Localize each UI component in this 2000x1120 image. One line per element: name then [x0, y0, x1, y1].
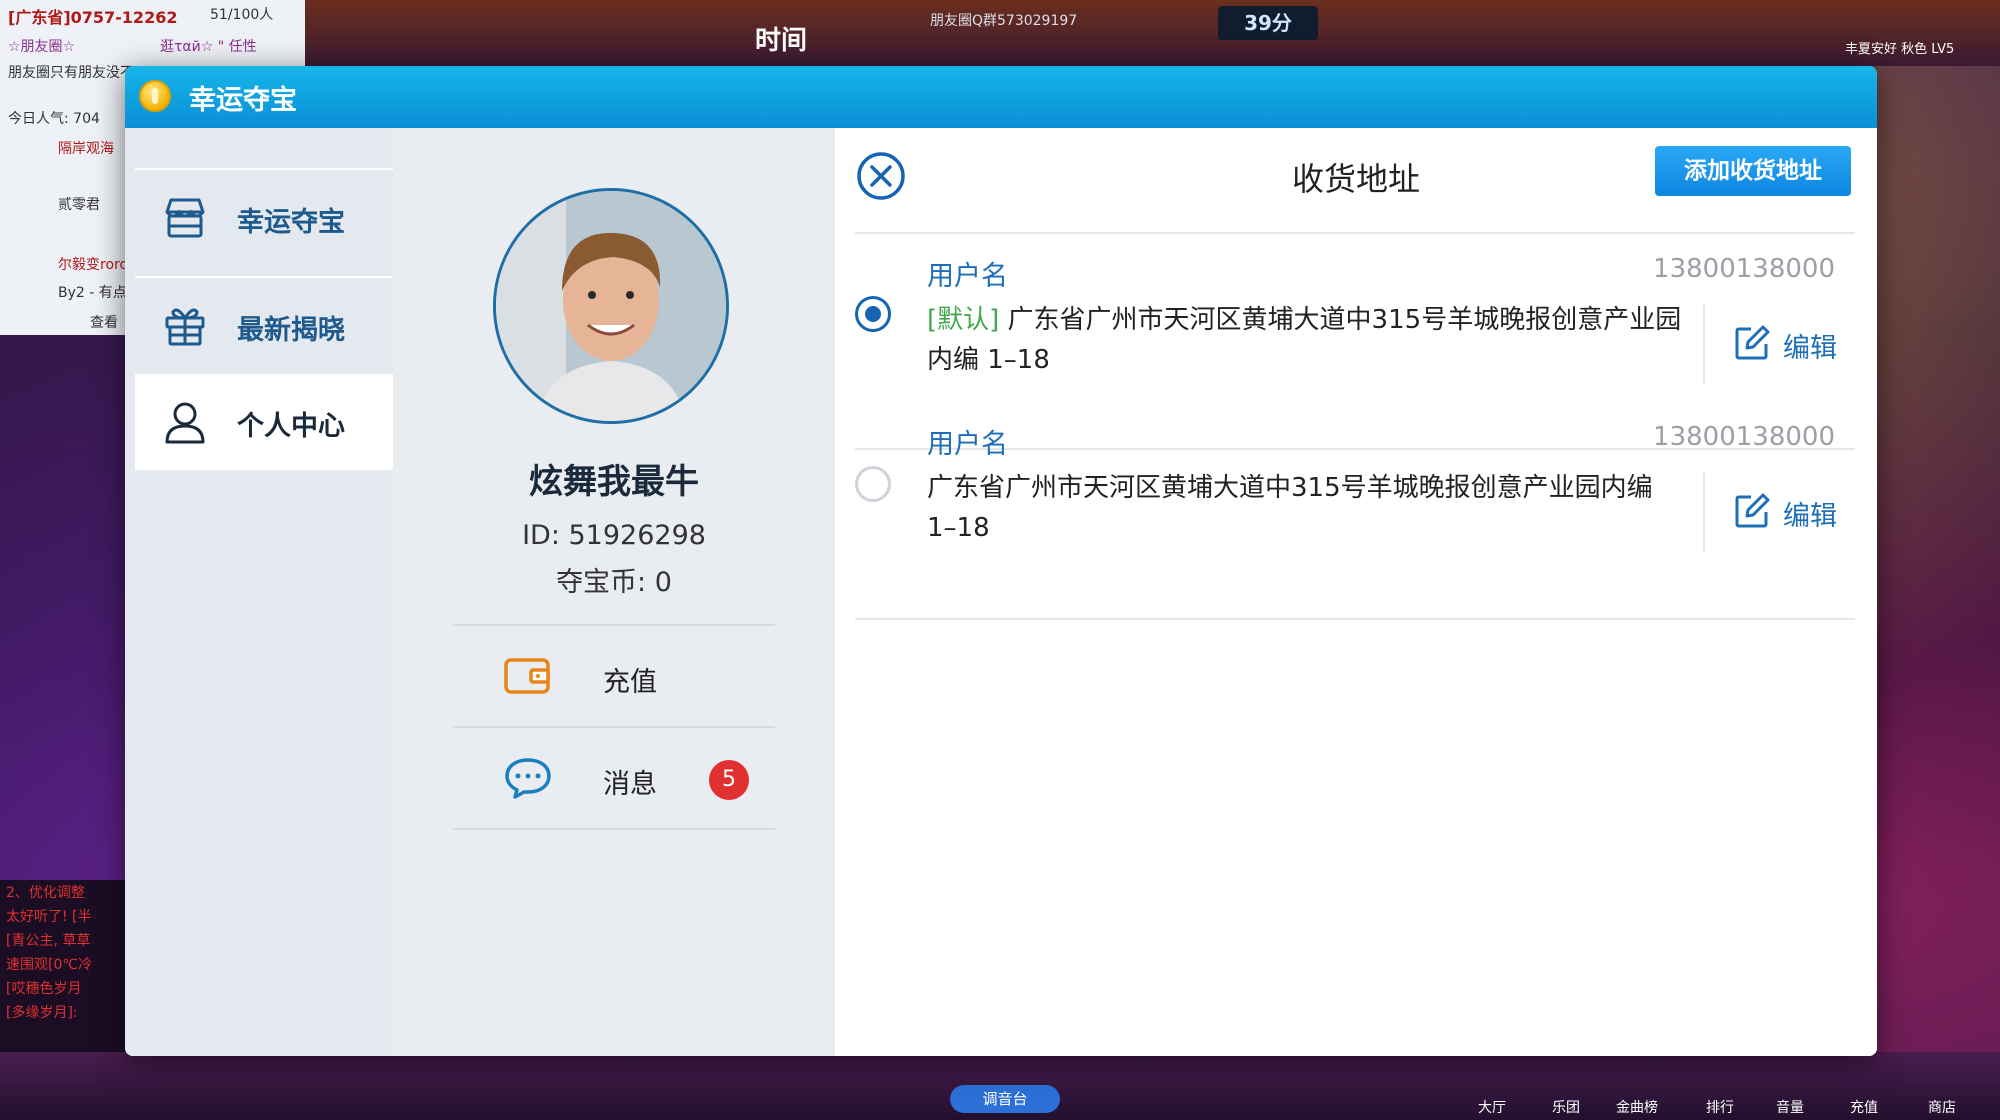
nav-recharge-button[interactable]: 充值	[1850, 1097, 1878, 1117]
user-info: 丰夏安好 秋色 LV5	[1845, 42, 1955, 57]
gift-icon	[165, 308, 205, 346]
score-display: 39分	[1218, 6, 1318, 40]
unread-badge: 5	[709, 760, 749, 800]
chat-icon	[505, 758, 551, 799]
messages-menu-item[interactable]: 消息 5	[453, 728, 775, 828]
friend-notice: 朋友圈只有朋友没不	[8, 65, 134, 81]
separator	[1703, 472, 1705, 552]
address-item[interactable]: 用户名 13800138000 广东省广州市天河区黄埔大道中315号羊城晚报创意…	[855, 402, 1855, 566]
address-panel: 收货地址 添加收货地址 用户名 13800138000 [默认] 广东省广州市天…	[835, 128, 1877, 1056]
edit-address-button[interactable]: 编辑	[1733, 324, 1853, 364]
user-icon	[165, 402, 205, 444]
chat-line: [青公主, 草草	[6, 933, 91, 949]
popularity-label: 今日人气: 704	[8, 111, 100, 127]
coin-icon	[139, 80, 171, 112]
edit-icon	[1735, 493, 1770, 528]
group-info: 朋友圈Q群573029197	[930, 13, 1078, 29]
chat-line: 2、优化调整	[6, 885, 85, 901]
separator	[1703, 304, 1705, 384]
sidebar-item-label: 幸运夺宝	[237, 207, 345, 238]
sidebar-item-label: 最新揭晓	[237, 315, 345, 346]
nav-volume-button[interactable]: 音量	[1776, 1097, 1804, 1117]
address-radio[interactable]	[855, 466, 891, 502]
tuning-button[interactable]: 调音台	[950, 1085, 1060, 1113]
edit-icon	[1735, 325, 1770, 360]
divider	[855, 618, 1855, 620]
sidebar-item-latest-results[interactable]: 最新揭晓	[135, 276, 393, 372]
nickname: 炫舞我最牛	[529, 462, 699, 502]
lucky-treasure-modal: 幸运夺宝 幸运夺宝 最新揭晓 个人中心 炫舞我最牛 ID: 51926298 夺…	[125, 66, 1877, 1056]
recipient-phone: 13800138000	[1653, 254, 1835, 284]
address-text: 广东省广州市天河区黄埔大道中315号羊城晚报创意产业园内编 1–18	[927, 468, 1682, 548]
wallet-icon	[504, 658, 550, 694]
nav-shop-button[interactable]: 商店	[1928, 1097, 1956, 1117]
sidebar-item-label: 个人中心	[237, 411, 345, 442]
modal-header: 幸运夺宝	[125, 66, 1877, 128]
address-text: [默认] 广东省广州市天河区黄埔大道中315号羊城晚报创意产业园内编 1–18	[927, 300, 1682, 380]
profile-panel: 炫舞我最牛 ID: 51926298 夺宝币: 0 充值 消息 5	[393, 128, 835, 1056]
room-count: 51/100人	[210, 7, 274, 23]
room-title: [广东省]0757-12262	[8, 8, 178, 27]
avatar-image	[496, 191, 726, 421]
user-id: ID: 51926298	[522, 520, 706, 551]
coin-balance: 夺宝币: 0	[556, 567, 672, 598]
recharge-menu-item[interactable]: 充值	[453, 626, 775, 726]
recharge-label: 充值	[603, 667, 657, 698]
player-list-item[interactable]: 隔岸观海	[58, 138, 114, 158]
player-list-item[interactable]: 尔毅变roro	[58, 254, 128, 274]
sidebar-item-lucky-treasure[interactable]: 幸运夺宝	[135, 168, 393, 264]
timer-label: 时间	[755, 26, 808, 56]
messages-label: 消息	[603, 769, 657, 800]
chat-line: 太好听了! [半	[6, 909, 92, 925]
chat-line: [哎穗色岁月	[6, 981, 82, 997]
address-line: 广东省广州市天河区黄埔大道中315号羊城晚报创意产业园内编 1–18	[927, 473, 1653, 543]
add-address-button[interactable]: 添加收货地址	[1655, 146, 1851, 196]
edit-address-button[interactable]: 编辑	[1733, 492, 1853, 532]
nav-hall-button[interactable]: 大厅	[1478, 1097, 1506, 1117]
address-item[interactable]: 用户名 13800138000 [默认] 广东省广州市天河区黄埔大道中315号羊…	[855, 234, 1855, 398]
modal-title: 幸运夺宝	[189, 85, 297, 116]
nav-hits-button[interactable]: 金曲榜	[1616, 1097, 1658, 1117]
edit-label: 编辑	[1783, 501, 1837, 532]
chat-line: [多缘岁月]:	[6, 1005, 78, 1021]
recipient-name: 用户名	[927, 261, 1008, 292]
chat-panel: 2、优化调整 太好听了! [半 [青公主, 草草 速围观[0℃冷 [哎穗色岁月 …	[0, 880, 128, 1052]
sidebar: 幸运夺宝 最新揭晓 个人中心	[125, 128, 393, 1056]
divider	[453, 828, 775, 830]
player-list-item[interactable]: 贰零君	[58, 194, 100, 214]
player-list-item[interactable]: By2 - 有点	[58, 282, 127, 302]
nav-band-button[interactable]: 乐团	[1552, 1097, 1580, 1117]
store-icon	[165, 198, 205, 238]
view-more-link[interactable]: 查看	[90, 312, 118, 332]
sidebar-item-personal-center[interactable]: 个人中心	[135, 374, 393, 470]
avatar[interactable]	[493, 188, 729, 424]
address-radio[interactable]	[855, 296, 891, 332]
edit-label: 编辑	[1783, 333, 1837, 364]
address-line: 广东省广州市天河区黄埔大道中315号羊城晚报创意产业园内编 1–18	[927, 305, 1682, 375]
invite-label[interactable]: 逛ταй☆ " 任性	[160, 36, 257, 56]
recipient-name: 用户名	[927, 429, 1008, 460]
chat-line: 速围观[0℃冷	[6, 957, 93, 973]
nav-rank-button[interactable]: 排行	[1706, 1097, 1734, 1117]
friend-circle-label: ☆朋友圈☆	[8, 39, 76, 55]
default-tag: [默认]	[927, 305, 1000, 335]
recipient-phone: 13800138000	[1653, 422, 1835, 452]
